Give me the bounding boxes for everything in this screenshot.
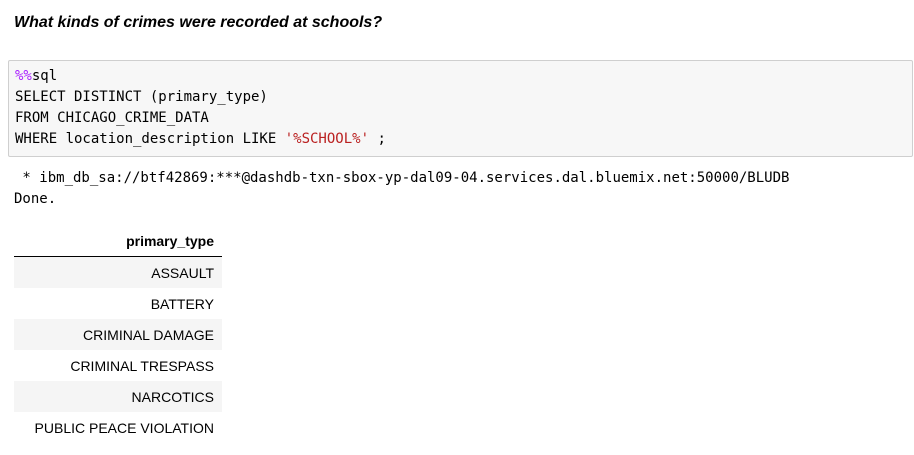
result-table: primary_type ASSAULT BATTERY CRIMINAL DA… [14,226,222,443]
table-cell: PUBLIC PEACE VIOLATION [34,419,214,436]
table-cell: CRIMINAL TRESPASS [70,357,214,374]
connection-string: * ibm_db_sa://btf42869:***@dashdb-txn-sb… [14,170,790,186]
table-row: BATTERY [14,288,222,319]
code-line: WHERE location_description LIKE [15,131,285,147]
table-cell: BATTERY [150,295,214,312]
column-header: primary_type [14,226,222,257]
table-row: CRIMINAL TRESPASS [14,350,222,381]
code-cell-input[interactable]: %%sql SELECT DISTINCT (primary_type) FRO… [8,60,913,157]
magic-prefix: %% [15,68,32,84]
code-line-end: ; [369,131,386,147]
magic-command: sql [31,68,58,84]
table-cell: CRIMINAL DAMAGE [14,319,222,350]
cell-output: * ibm_db_sa://btf42869:***@dashdb-txn-sb… [14,168,789,210]
status-text: Done. [14,191,57,207]
table-row: NARCOTICS [14,381,222,412]
markdown-heading: What kinds of crimes were recorded at sc… [14,14,383,31]
code-line: SELECT DISTINCT (primary_type) [15,89,268,105]
table-row: ASSAULT [14,256,222,288]
table-cell: NARCOTICS [14,381,222,412]
code-line: FROM CHICAGO_CRIME_DATA [15,110,209,126]
code-string: '%SCHOOL%' [284,131,370,147]
table-cell: ASSAULT [14,256,222,288]
table-row: PUBLIC PEACE VIOLATION [14,412,222,443]
table-row: CRIMINAL DAMAGE [14,319,222,350]
